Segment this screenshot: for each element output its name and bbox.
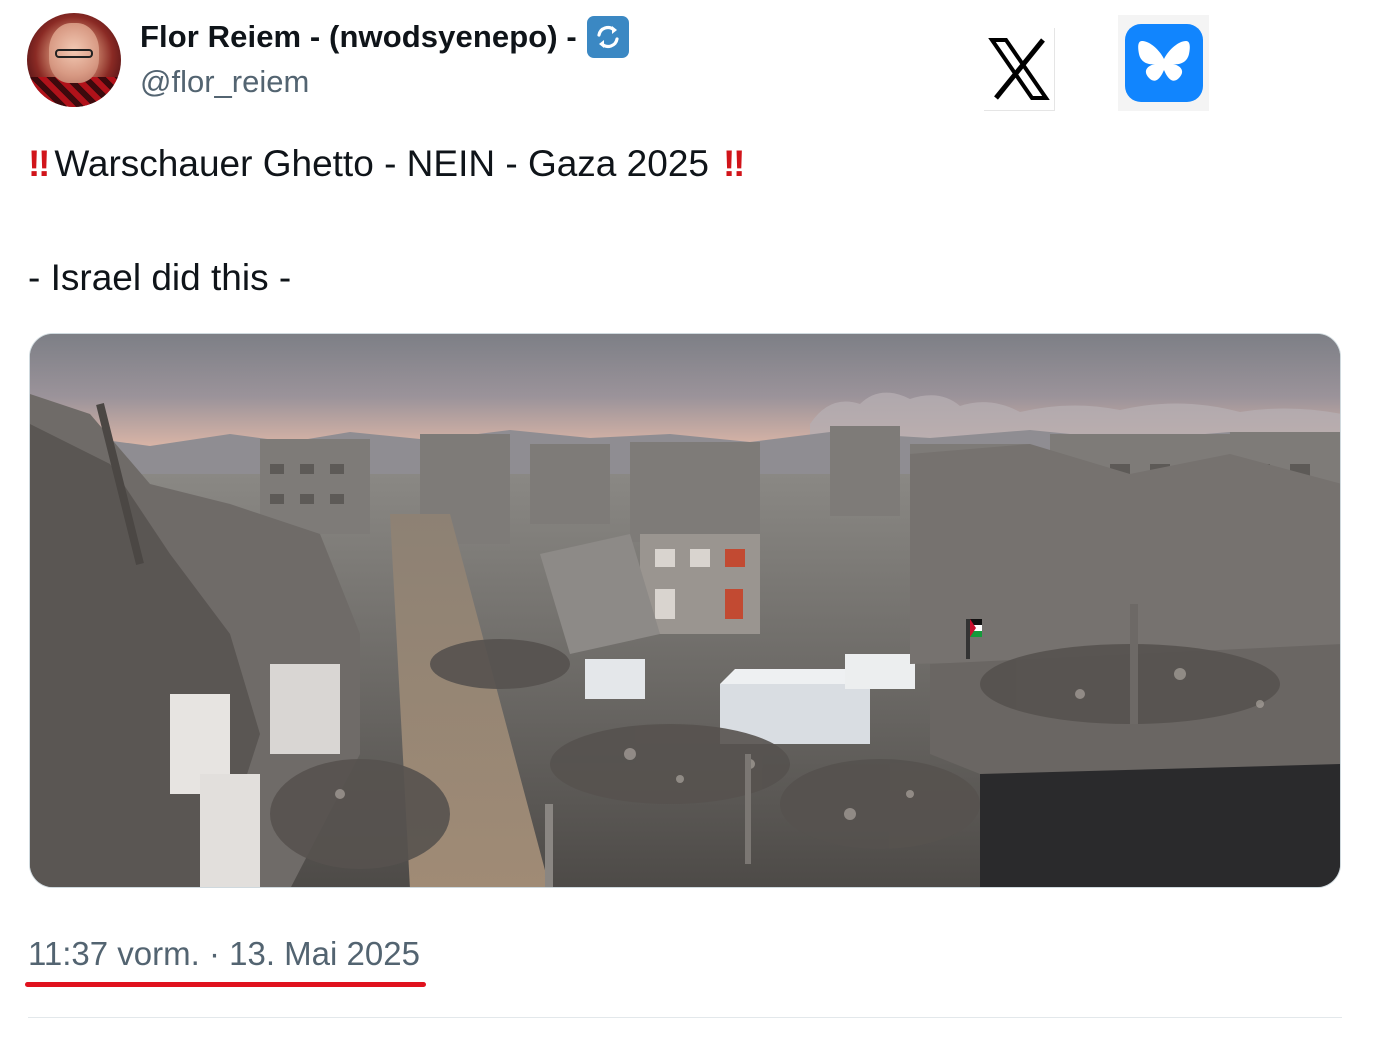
- tweet-line-1-text: Warschauer Ghetto - NEIN - Gaza 2025: [54, 143, 709, 184]
- double-exclamation-left: ‼: [28, 143, 50, 184]
- bluesky-tile: [1124, 24, 1203, 102]
- author-name-row: Flor Reiem - (nwodsyenepo) -: [140, 16, 629, 58]
- author-handle[interactable]: @flor_reiem: [140, 64, 309, 100]
- avatar[interactable]: [27, 13, 121, 107]
- divider: [28, 1017, 1342, 1018]
- tweet-text-line-2: - Israel did this -: [28, 257, 292, 298]
- red-underline-annotation: [25, 982, 426, 987]
- x-logo-icon[interactable]: [984, 28, 1055, 111]
- repeat-arrows-icon: [586, 16, 629, 58]
- tweet-timestamp[interactable]: 11:37 vorm. · 13. Mai 2025: [28, 935, 420, 973]
- tweet-photo[interactable]: [29, 333, 1341, 888]
- display-name[interactable]: Flor Reiem - (nwodsyenepo) -: [140, 19, 577, 55]
- double-exclamation-right: ‼: [722, 143, 745, 184]
- tweet-text-line-1: ‼ Warschauer Ghetto - NEIN - Gaza 2025 ‼: [28, 143, 745, 185]
- bluesky-butterfly-icon[interactable]: [1118, 15, 1209, 111]
- avatar-glasses: [55, 49, 93, 58]
